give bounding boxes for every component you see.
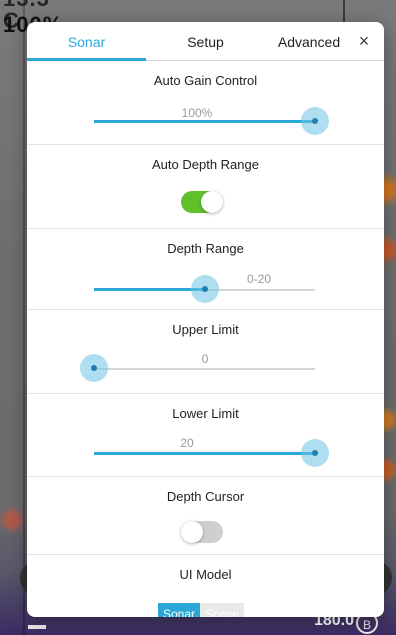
lower-limit-slider[interactable]: [94, 439, 329, 469]
minus-icon[interactable]: [28, 625, 46, 629]
ui-model-label: UI Model: [179, 567, 232, 582]
auto-depth-range-section: Auto Depth Range: [27, 145, 384, 229]
depth-range-slider[interactable]: [94, 275, 315, 305]
ui-model-selector: Sonar Scene: [158, 603, 245, 617]
ui-model-section: UI Model Sonar Scene: [27, 555, 384, 617]
auto-gain-slider[interactable]: [94, 107, 329, 137]
tab-advanced[interactable]: Advanced: [259, 22, 359, 60]
auto-gain-section: Auto Gain Control 100%: [27, 61, 384, 145]
ui-model-option-scene[interactable]: Scene: [200, 603, 245, 617]
depth-range-label: Depth Range: [167, 241, 244, 256]
auto-gain-label: Auto Gain Control: [153, 73, 258, 88]
slider-fill: [94, 452, 315, 455]
slider-fill: [94, 120, 315, 123]
depth-cursor-label: Depth Cursor: [166, 489, 245, 504]
auto-depth-range-label: Auto Depth Range: [152, 157, 259, 172]
depth-cursor-section: Depth Cursor: [27, 477, 384, 555]
slider-track: [94, 368, 315, 370]
upper-limit-label: Upper Limit: [172, 322, 239, 337]
depth-cursor-toggle[interactable]: [181, 521, 223, 543]
close-icon[interactable]: ×: [352, 22, 376, 60]
lower-limit-label: Lower Limit: [172, 406, 239, 421]
sonar-settings-panel: Sonar Setup Advanced × Auto Gain Control…: [27, 22, 384, 617]
slider-fill: [94, 288, 205, 291]
tab-setup[interactable]: Setup: [146, 22, 265, 60]
slider-thumb[interactable]: [190, 275, 219, 303]
lower-limit-section: Lower Limit 20: [27, 394, 384, 477]
toggle-knob: [201, 191, 223, 213]
tab-sonar[interactable]: Sonar: [27, 22, 146, 60]
slider-thumb[interactable]: [80, 354, 108, 382]
depth-range-section: Depth Range 0-20: [27, 229, 384, 310]
upper-limit-section: Upper Limit 0: [27, 310, 384, 394]
tab-bar: Sonar Setup Advanced ×: [27, 22, 384, 61]
toggle-knob: [181, 521, 203, 543]
sonar-background-line: [23, 0, 25, 635]
slider-thumb[interactable]: [301, 107, 329, 135]
upper-limit-slider[interactable]: [80, 354, 315, 384]
ui-model-option-sonar[interactable]: Sonar: [158, 603, 201, 617]
auto-depth-range-toggle[interactable]: [181, 191, 223, 213]
slider-thumb[interactable]: [301, 439, 329, 467]
